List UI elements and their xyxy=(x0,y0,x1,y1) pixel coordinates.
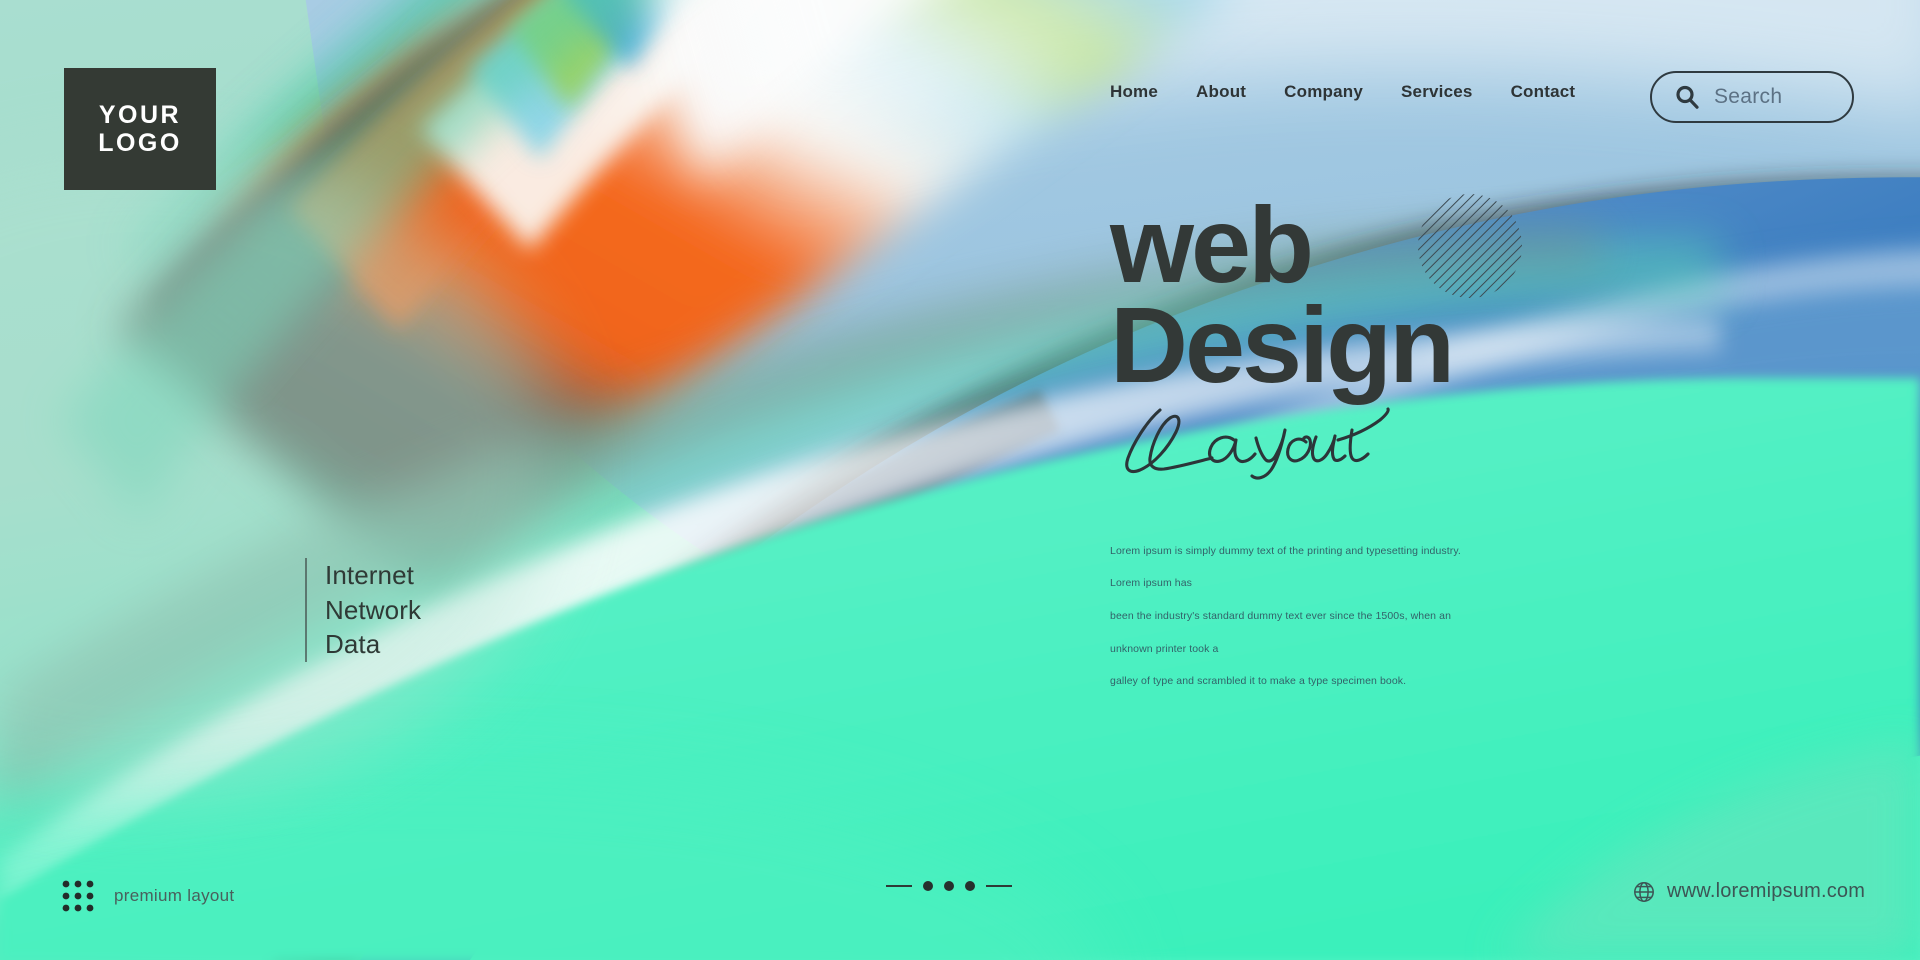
nav-item-contact[interactable]: Contact xyxy=(1511,82,1576,102)
callout-line-3: Data xyxy=(325,629,381,660)
callout-line-1: Internet xyxy=(325,560,414,590)
footer-left: premium layout xyxy=(62,880,234,912)
search-icon xyxy=(1676,85,1699,109)
search-input[interactable]: Search xyxy=(1714,85,1782,109)
hero-paragraph-line-2: been the industry's standard dummy text … xyxy=(1110,609,1452,655)
logo[interactable]: YOUR LOGO xyxy=(64,68,216,190)
callout-line-2: Network xyxy=(325,594,422,625)
pagination-indicator xyxy=(886,881,1012,891)
hero-title-line-2: Design xyxy=(1110,284,1455,406)
site-header: YOUR LOGO Home About Company Services Co… xyxy=(0,0,1920,200)
logo-line-1: YOUR xyxy=(98,101,182,129)
hero-paragraph-line-1: Lorem ipsum is simply dummy text of the … xyxy=(1110,544,1461,590)
main-navigation: Home About Company Services Contact xyxy=(1110,82,1575,102)
footer-right: www.loremipsum.com xyxy=(1633,880,1865,903)
nav-item-company[interactable]: Company xyxy=(1284,82,1363,102)
footer-website-url[interactable]: www.loremipsum.com xyxy=(1667,880,1865,903)
hero-title: web Design xyxy=(1110,191,1670,406)
pagination-dot-2[interactable] xyxy=(944,881,954,891)
callout-vertical-rule xyxy=(305,558,307,662)
pagination-dot-3[interactable] xyxy=(965,881,975,891)
footer-left-label: premium layout xyxy=(114,886,235,905)
pagination-prev-dash[interactable] xyxy=(886,885,912,887)
pagination-dot-1[interactable] xyxy=(923,881,933,891)
hero-section: web Design Lorem ipsum is simply dummy t… xyxy=(1110,191,1670,698)
pagination-next-dash[interactable] xyxy=(986,885,1012,887)
hero-paragraph-line-3: galley of type and scrambled it to make … xyxy=(1110,675,1407,688)
left-callout: Internet Network Data xyxy=(305,558,421,662)
nav-item-services[interactable]: Services xyxy=(1401,82,1473,102)
hero-paragraph: Lorem ipsum is simply dummy text of the … xyxy=(1110,535,1492,698)
search-box[interactable]: Search xyxy=(1650,71,1854,123)
nav-item-home[interactable]: Home xyxy=(1110,82,1158,102)
globe-icon xyxy=(1634,881,1654,902)
dot-grid-icon xyxy=(62,880,94,912)
logo-line-2: LOGO xyxy=(98,129,182,157)
nav-item-about[interactable]: About xyxy=(1196,82,1246,102)
hero-script-word xyxy=(1116,400,1670,487)
callout-text: Internet Network Data xyxy=(325,558,421,662)
landing-page: YOUR LOGO Home About Company Services Co… xyxy=(0,0,1920,960)
